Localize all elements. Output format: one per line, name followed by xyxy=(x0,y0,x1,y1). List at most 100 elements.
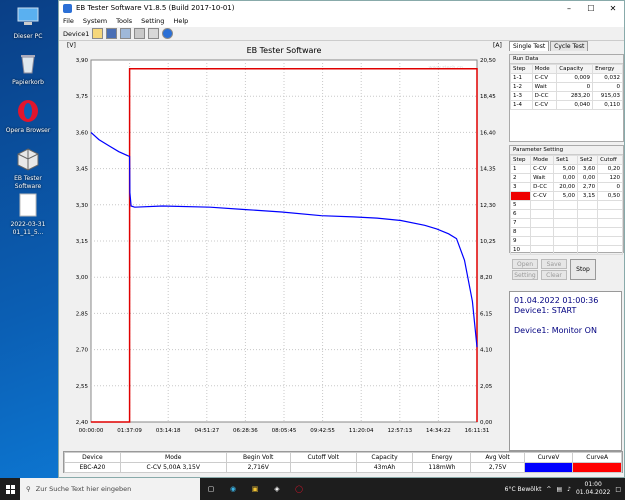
column-header: Mode xyxy=(119,452,227,463)
table-cell: C-CV xyxy=(530,164,555,174)
table-cell xyxy=(530,227,555,237)
menu-file[interactable]: File xyxy=(63,17,74,25)
control-buttons: Open Setting Save Clear Stop xyxy=(509,259,624,280)
right-tick-label: 4,10 xyxy=(480,348,493,354)
table-cell xyxy=(576,236,599,246)
start-button[interactable] xyxy=(0,478,20,500)
column-header: Step xyxy=(510,64,533,74)
table-cell xyxy=(530,245,555,255)
parameter-setting-title: Parameter Setting xyxy=(510,146,623,155)
save-button[interactable]: Save xyxy=(541,259,567,269)
table-cell: 8 xyxy=(509,227,532,237)
table-row[interactable]: 1-2 Wait 0 0 xyxy=(510,82,623,92)
settings-icon[interactable] xyxy=(148,28,160,39)
device-selector[interactable]: Device1 xyxy=(63,30,89,38)
explorer-icon[interactable]: ▣ xyxy=(244,478,266,500)
tray-chevron-icon[interactable]: ^ xyxy=(546,486,551,493)
right-panel: Single Test Cycle Test Run Data Step Mod… xyxy=(509,41,624,280)
weather-text[interactable]: 6°C Bewölkt xyxy=(505,486,542,493)
parameter-setting-group: Parameter Setting Step Mode Set1 Set2 Cu… xyxy=(509,145,624,255)
right-tick-label: 8,20 xyxy=(480,275,493,281)
search-box[interactable]: ⚲ Zur Suche Text hier eingeben xyxy=(20,478,200,500)
opera-taskbar-icon[interactable]: ◯ xyxy=(288,478,310,500)
x-tick-label: 03:14:18 xyxy=(156,428,181,434)
open-button[interactable]: Open xyxy=(512,259,538,269)
column-header: Capacity xyxy=(556,64,594,74)
table-cell: Wait xyxy=(531,82,558,92)
table-row[interactable]: 5 xyxy=(509,200,623,210)
table-row[interactable]: 1-3 D-CC 283,20 915,03 xyxy=(510,91,623,101)
run-data-title: Run Data xyxy=(510,55,623,64)
table-row[interactable]: 9 xyxy=(509,236,623,246)
table-row[interactable]: 1 C-CV 5,00 3,60 0,20 xyxy=(509,164,623,174)
x-tick-label: 04:51:27 xyxy=(194,428,219,434)
minimize-button[interactable]: – xyxy=(558,1,580,15)
maximize-button[interactable]: ☐ xyxy=(580,1,602,15)
table-cell: 2,70 xyxy=(576,182,599,192)
status-cutoff-volt xyxy=(289,462,357,473)
table-row[interactable]: 7 xyxy=(509,218,623,228)
table-row[interactable]: 3 D-CC 20,00 2,70 0 xyxy=(509,182,623,192)
chart-svg: EB Tester Software [V] [A] www.ztech.cn … xyxy=(67,42,502,434)
save-icon[interactable] xyxy=(106,28,118,39)
device-icon[interactable] xyxy=(120,28,132,39)
task-view-icon[interactable]: ▢ xyxy=(200,478,222,500)
eb-tester-taskbar-icon[interactable]: ◈ xyxy=(266,478,288,500)
curve-v-swatch[interactable] xyxy=(523,462,574,473)
table-row[interactable]: EBC-A20 C-CV 5,00A 3,15V 2,716V 43mAh 11… xyxy=(64,462,622,473)
table-row[interactable]: 1-1 C-CV 0,009 0,032 xyxy=(510,73,623,83)
parameter-table: Step Mode Set1 Set2 Cutoff 1 C-CV 5,00 3,60… xyxy=(509,155,623,255)
left-tick-label: 3,75 xyxy=(76,94,89,100)
menu-help[interactable]: Help xyxy=(173,17,188,25)
table-cell xyxy=(553,200,578,210)
desktop-icon-eb-tester[interactable]: EB Tester Software xyxy=(2,146,54,191)
table-row[interactable]: 8 xyxy=(509,227,623,237)
menu-system[interactable]: System xyxy=(83,17,107,25)
volume-icon[interactable]: ♪ xyxy=(567,486,571,493)
column-header: Avg Volt xyxy=(470,452,525,463)
tools-icon[interactable] xyxy=(134,28,146,39)
left-tick-label: 3,60 xyxy=(76,130,89,136)
clear-button[interactable]: Clear xyxy=(541,270,567,280)
table-row[interactable]: 6 xyxy=(509,209,623,219)
help-icon[interactable] xyxy=(162,28,174,39)
table-cell xyxy=(553,209,578,219)
menu-tools[interactable]: Tools xyxy=(116,17,132,25)
close-button[interactable]: ✕ xyxy=(602,1,624,15)
clock[interactable]: 01:00 01.04.2022 xyxy=(576,481,610,497)
menu-setting[interactable]: Setting xyxy=(141,17,164,25)
stop-button[interactable]: Stop xyxy=(570,259,596,280)
table-cell: 1 xyxy=(509,164,532,174)
edge-icon[interactable]: ◉ xyxy=(222,478,244,500)
right-tick-label: 2,05 xyxy=(480,384,493,390)
table-row[interactable]: 2 Wait 0,00 0,00 120 xyxy=(509,173,623,183)
table-row[interactable]: 4 C-CV 5,00 3,15 0,50 xyxy=(509,191,623,201)
x-tick-label: 11:20:04 xyxy=(349,428,374,434)
column-header: Cutoff Volt xyxy=(289,452,357,463)
desktop-icon-label: Papierkorb xyxy=(12,79,44,86)
desktop-icon-opera[interactable]: Opera Browser xyxy=(2,98,54,135)
tab-cycle-test[interactable]: Cycle Test xyxy=(550,41,589,51)
curve-a-swatch[interactable] xyxy=(572,462,622,473)
column-header: Begin Volt xyxy=(225,452,291,463)
notifications-icon[interactable]: □ xyxy=(615,486,621,493)
column-header: CurveA xyxy=(572,452,622,463)
table-cell: 2 xyxy=(509,173,532,183)
network-icon[interactable]: ▤ xyxy=(556,486,562,493)
left-tick-label: 3,90 xyxy=(76,58,89,64)
table-row[interactable]: 10 xyxy=(509,245,623,255)
right-tick-label: 6,15 xyxy=(480,311,493,317)
chart-area: EB Tester Software [V] [A] www.ztech.cn … xyxy=(63,41,506,451)
desktop-icon-file[interactable]: 2022-03-31 01_11_5... xyxy=(2,192,54,237)
table-cell: 20,00 xyxy=(553,182,578,192)
table-row[interactable]: 1-4 C-CV 0,040 0,110 xyxy=(510,100,623,110)
column-header: CurveV xyxy=(523,452,574,463)
desktop-icon-recycle-bin[interactable]: Papierkorb xyxy=(2,50,54,87)
desktop-icon-this-pc[interactable]: Dieser PC xyxy=(2,4,54,41)
status-mode: C-CV 5,00A 3,15V xyxy=(119,462,227,473)
tab-single-test[interactable]: Single Test xyxy=(509,41,550,51)
table-cell xyxy=(553,218,578,228)
status-device: EBC-A20 xyxy=(64,462,121,473)
setting-button[interactable]: Setting xyxy=(512,270,538,280)
open-file-icon[interactable] xyxy=(92,28,104,39)
